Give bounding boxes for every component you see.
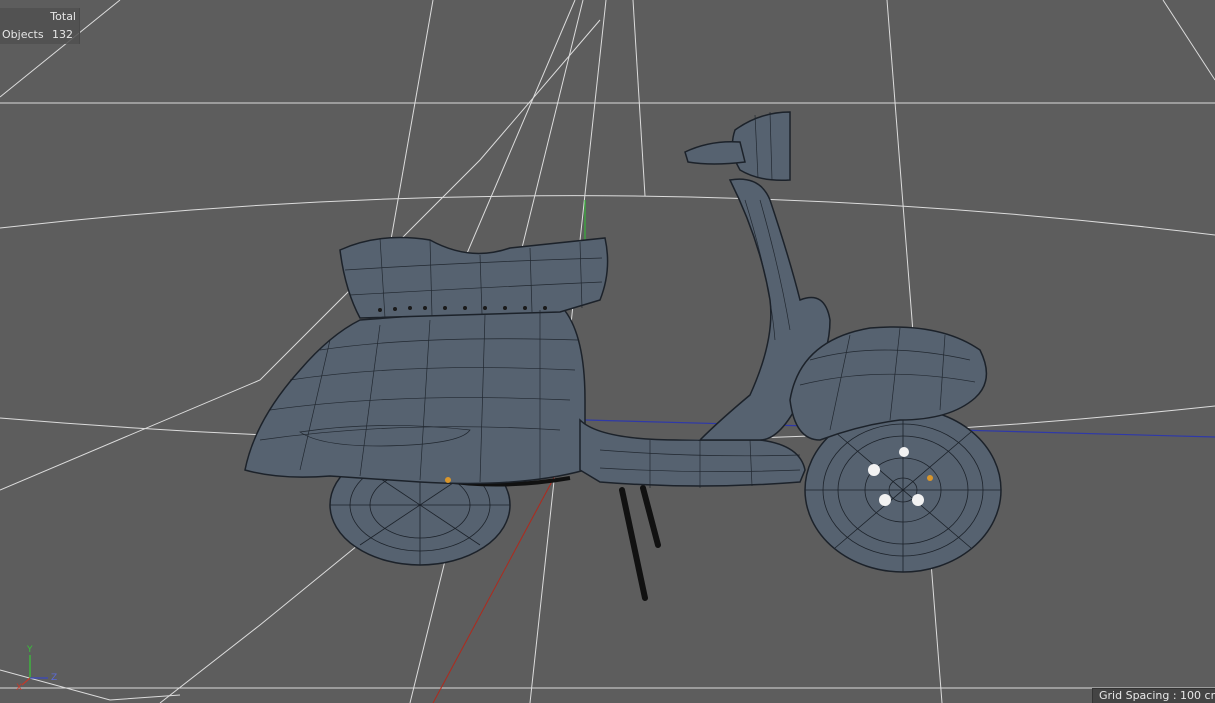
handlebar xyxy=(684,140,746,165)
scene-info-hud: Total Objects 132 xyxy=(0,8,80,44)
front-marker-point xyxy=(927,475,933,481)
axis-z-label: Z xyxy=(51,673,57,683)
scene-guide-lines xyxy=(0,0,1215,703)
axis-gizmo: Y Z X xyxy=(16,645,57,693)
rear-marker-point xyxy=(445,477,451,483)
grid-spacing-readout: Grid Spacing : 100 cm xyxy=(1092,688,1215,703)
viewport-canvas[interactable]: Y Z X xyxy=(0,0,1215,703)
kickstand xyxy=(619,485,661,601)
seat xyxy=(339,236,609,319)
3d-viewport[interactable]: Y Z X Total Objects 132 Grid Spacing : 1… xyxy=(0,0,1215,703)
axis-x-label: X xyxy=(16,683,22,693)
rear-body xyxy=(244,304,586,485)
hud-objects-value: 132 xyxy=(52,28,73,41)
scooter-model[interactable] xyxy=(244,111,1002,601)
hud-total-header: Total xyxy=(50,10,76,23)
axis-y-label: Y xyxy=(26,645,33,655)
hud-objects-label: Objects xyxy=(2,28,44,41)
